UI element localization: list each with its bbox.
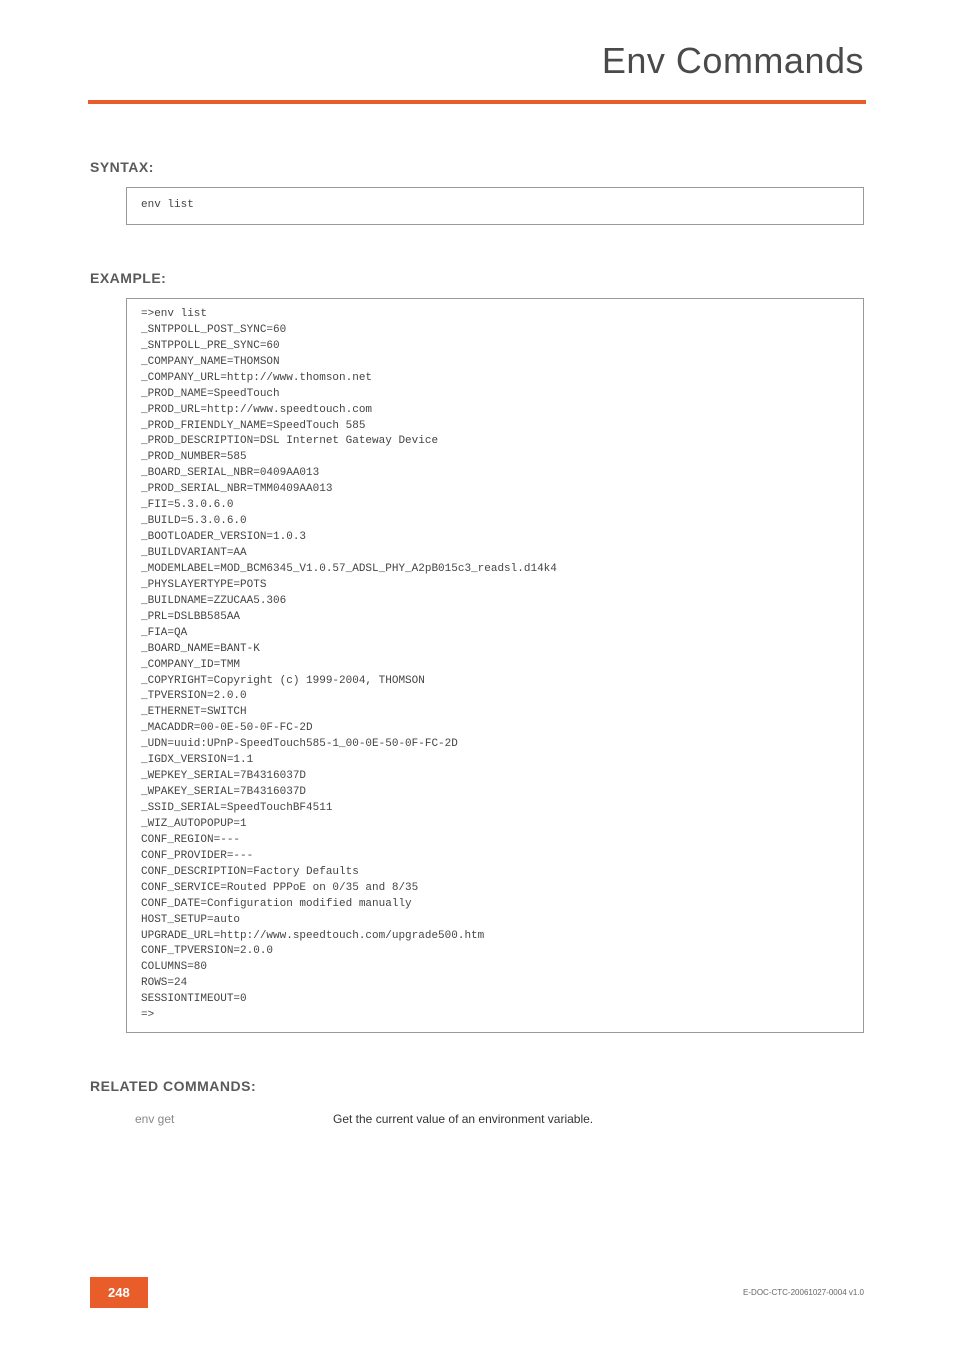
page-footer: 248 E-DOC-CTC-20061027-0004 v1.0: [0, 1277, 954, 1308]
content-area: SYNTAX: env list EXAMPLE: =>env list _SN…: [0, 104, 954, 1126]
page-number: 248: [90, 1277, 148, 1308]
related-commands-table: env get Get the current value of an envi…: [135, 1112, 864, 1126]
syntax-header: SYNTAX:: [90, 159, 864, 175]
related-header: RELATED COMMANDS:: [90, 1078, 864, 1094]
example-code-box: =>env list _SNTPPOLL_POST_SYNC=60 _SNTPP…: [126, 298, 864, 1033]
related-command-desc: Get the current value of an environment …: [333, 1112, 593, 1126]
example-header: EXAMPLE:: [90, 270, 864, 286]
page-title: Env Commands: [0, 0, 954, 100]
related-command-name: env get: [135, 1112, 215, 1126]
document-id: E-DOC-CTC-20061027-0004 v1.0: [743, 1288, 864, 1297]
syntax-code-box: env list: [126, 187, 864, 225]
related-row: env get Get the current value of an envi…: [135, 1112, 864, 1126]
